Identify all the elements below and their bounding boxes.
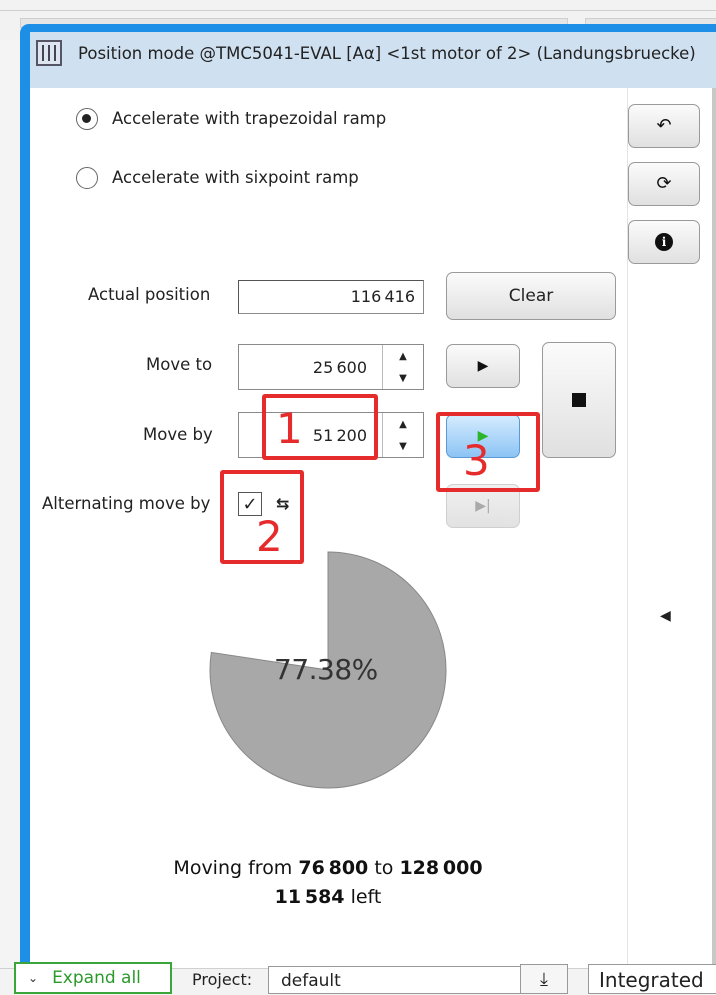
progress-percent: 77.38% [274,653,378,686]
panel-divider [627,88,628,968]
download-icon: ⤓ [540,968,548,990]
scrollbar-edge[interactable] [712,88,716,968]
undo-button[interactable]: ↶ [628,104,700,148]
alternating-move-label: Alternating move by [42,494,211,513]
skip-next-icon: ▶| [475,498,491,514]
spin-up-icon[interactable]: ▲ [383,413,423,435]
trapezoidal-ramp-label: Accelerate with trapezoidal ramp [112,109,387,128]
stop-button[interactable] [542,342,616,458]
download-button[interactable]: ⤓ [520,964,568,994]
expand-all-label: Expand all [52,968,141,988]
expand-all-button[interactable]: ⌄ Expand all [14,962,172,994]
integrated-tab[interactable]: Integrated [588,964,716,994]
remaining-status: 11 584 left [274,886,382,908]
undo-icon: ↶ [656,115,672,136]
project-label: Project: [192,970,253,989]
refresh-icon: ⟳ [656,173,672,194]
info-button[interactable]: i [628,220,700,264]
spin-up-icon[interactable]: ▲ [383,345,423,367]
sliders-icon [36,40,62,66]
spin-down-icon[interactable]: ▼ [383,435,423,457]
actual-position-label: Actual position [88,285,211,304]
radio-sixpoint-ramp[interactable] [76,167,98,189]
radio-trapezoidal-ramp[interactable] [76,108,98,130]
stop-icon [572,393,586,407]
move-to-spinner[interactable]: ▲ ▼ [382,345,423,389]
move-to-label: Move to [146,355,213,374]
moving-status: Moving from 76 800 to 128 000 [173,857,483,879]
annotation-number-3: 3 [463,436,490,485]
window-title: Position mode @TMC5041-EVAL [Aα] <1st mo… [78,44,696,63]
spin-down-icon[interactable]: ▼ [383,367,423,389]
background-divider [0,10,716,11]
project-select[interactable]: default [268,966,540,994]
window-content [30,88,716,968]
move-to-play-button[interactable]: ▶ [446,344,520,388]
chevron-down-icon: ⌄ [28,971,39,985]
actual-position-field: 116 416 [238,280,424,314]
collapse-left-icon[interactable]: ◀ [660,608,671,624]
clear-button[interactable]: Clear [446,272,616,320]
annotation-number-1: 1 [276,404,303,453]
refresh-button[interactable]: ⟳ [628,162,700,206]
info-icon: i [655,233,673,251]
sixpoint-ramp-label: Accelerate with sixpoint ramp [112,168,359,187]
play-icon: ▶ [477,358,489,374]
move-by-label: Move by [143,425,213,444]
move-by-spinner[interactable]: ▲ ▼ [382,413,423,457]
